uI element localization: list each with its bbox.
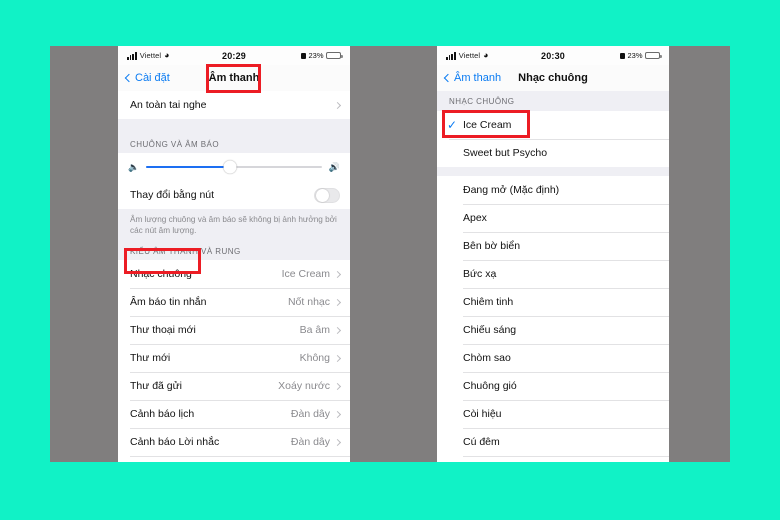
- speaker-high-icon: 🔊: [328, 161, 340, 172]
- list-item[interactable]: Chòm sao: [437, 344, 669, 372]
- section-header-ringer: CHUÔNG VÀ ÂM BÁO: [130, 140, 219, 149]
- list-item[interactable]: Đang mở (Mặc định): [437, 176, 669, 204]
- right-phone-screen: Viettel ◕ 20:30 23% Âm thanh Nhạc chuông…: [437, 46, 669, 462]
- list-item-selected[interactable]: ✓ Ice Cream: [437, 111, 669, 139]
- list-item[interactable]: Bức xạ: [437, 260, 669, 288]
- row-label: Âm báo tin nhắn: [130, 296, 207, 309]
- table-row[interactable]: Cảnh báo Lời nhắc Đàn dây: [118, 428, 350, 457]
- table-row[interactable]: AirDrop Xung nhịp: [118, 456, 350, 462]
- row-change-with-buttons[interactable]: Thay đổi bằng nút: [118, 181, 350, 209]
- nav-bar: Âm thanh Nhạc chuông: [437, 65, 669, 91]
- section-gap: [118, 119, 350, 132]
- list-item[interactable]: Bên bờ biển: [437, 232, 669, 260]
- volume-slider-row[interactable]: 🔈 🔊: [118, 153, 350, 181]
- row-value: Đàn dây: [290, 436, 330, 449]
- ringer-footnote: Âm lượng chuông và âm báo sẽ không bị ản…: [118, 209, 350, 240]
- chevron-right-icon: [333, 101, 342, 109]
- status-time: 20:29: [221, 50, 247, 61]
- back-button-label: Âm thanh: [454, 72, 502, 84]
- list-item-label: Sweet but Psycho: [463, 147, 548, 159]
- row-value: Xoáy nước: [278, 380, 330, 393]
- standard-tones-group: Đang mở (Mặc định) Apex Bên bờ biển Bức …: [437, 176, 669, 462]
- row-label: Thư mới: [130, 352, 171, 365]
- settings-list[interactable]: An toàn tai nghe CHUÔNG VÀ ÂM BÁO 🔈 🔊 Th…: [118, 91, 350, 462]
- row-value: Nốt nhạc: [287, 296, 330, 309]
- list-item-label: Apex: [463, 212, 487, 224]
- row-value: Ice Cream: [281, 268, 330, 281]
- list-item-label: Ice Cream: [463, 119, 512, 131]
- list-item-label: Còi hiệu: [463, 408, 502, 420]
- chevron-left-icon: [443, 73, 453, 83]
- list-item[interactable]: Còi hiệu: [437, 400, 669, 428]
- volume-slider-knob[interactable]: [223, 160, 237, 174]
- row-label: Cảnh báo Lời nhắc: [130, 436, 220, 449]
- list-item-label: Đang mở (Mặc định): [463, 184, 560, 196]
- checkmark-icon: ✓: [447, 118, 458, 132]
- status-bar: Viettel ◕ 20:30 23%: [437, 46, 669, 65]
- ringer-group: 🔈 🔊 Thay đổi bằng nút: [118, 153, 350, 209]
- section-gap: [437, 167, 669, 176]
- list-item[interactable]: Chuông gió: [437, 372, 669, 400]
- change-with-buttons-toggle[interactable]: [314, 187, 340, 203]
- table-row[interactable]: Nhạc chuông Ice Cream: [118, 260, 350, 289]
- chevron-right-icon: [333, 326, 342, 334]
- left-phone-screen: Viettel ◕ 20:29 23% Cài đặt Âm thanh An …: [118, 46, 350, 462]
- row-headphone-safety[interactable]: An toàn tai nghe: [118, 91, 350, 119]
- list-item-label: Bức xạ: [463, 268, 497, 280]
- list-item-label: Chuông gió: [463, 380, 517, 392]
- list-item-label: Chòm sao: [463, 352, 511, 364]
- nav-bar: Cài đặt Âm thanh: [118, 65, 350, 91]
- chevron-right-icon: [333, 382, 342, 390]
- row-label: Thư đã gửi: [130, 380, 182, 393]
- speaker-low-icon: 🔈: [128, 161, 140, 172]
- list-item[interactable]: Chiêm tinh: [437, 288, 669, 316]
- chevron-right-icon: [333, 410, 342, 418]
- list-item[interactable]: Chiếu sáng: [437, 316, 669, 344]
- row-label: Thay đổi bằng nút: [130, 189, 215, 201]
- section-header-ringtone: NHẠC CHUÔNG: [437, 91, 669, 111]
- table-row[interactable]: Thư đã gửi Xoáy nước: [118, 372, 350, 401]
- status-time: 20:30: [540, 50, 566, 61]
- row-value: Ba âm: [299, 324, 330, 337]
- chevron-right-icon: [333, 298, 342, 306]
- row-label: Cảnh báo lịch: [130, 408, 195, 421]
- row-value: Không: [299, 352, 330, 365]
- list-item-label: Chiếu sáng: [463, 324, 517, 336]
- chevron-left-icon: [124, 73, 134, 83]
- list-item[interactable]: Cú đêm: [437, 428, 669, 456]
- ringtone-list[interactable]: NHẠC CHUÔNG ✓ Ice Cream Sweet but Psycho…: [437, 91, 669, 462]
- chevron-right-icon: [333, 438, 342, 446]
- back-button-label: Cài đặt: [135, 72, 170, 84]
- table-row[interactable]: Thư mới Không: [118, 344, 350, 373]
- row-value: Đàn dây: [290, 408, 330, 421]
- row-label: An toàn tai nghe: [130, 99, 207, 111]
- row-label: Nhạc chuông: [130, 268, 192, 281]
- list-item-label: Bên bờ biển: [463, 240, 521, 252]
- list-item[interactable]: Apex: [437, 204, 669, 232]
- list-item[interactable]: Sweet but Psycho: [437, 139, 669, 167]
- chevron-right-icon: [333, 354, 342, 362]
- headphone-safety-group: An toàn tai nghe: [118, 91, 350, 119]
- section-header-sounds: KIỂU ÂM THANH VÀ RUNG: [130, 247, 241, 257]
- back-button[interactable]: Âm thanh: [443, 72, 502, 84]
- chevron-right-icon: [333, 270, 342, 278]
- custom-tones-group: ✓ Ice Cream Sweet but Psycho: [437, 111, 669, 167]
- table-row[interactable]: Thư thoại mới Ba âm: [118, 316, 350, 345]
- row-label: Thư thoại mới: [130, 324, 196, 337]
- status-bar: Viettel ◕ 20:29 23%: [118, 46, 350, 65]
- sound-pattern-group: Nhạc chuông Ice Cream Âm báo tin nhắn Nố…: [118, 260, 350, 462]
- list-item-label: Cú đêm: [463, 436, 500, 448]
- volume-slider-fill: [146, 165, 231, 169]
- list-item[interactable]: Dồn dập: [437, 456, 669, 462]
- table-row[interactable]: Cảnh báo lịch Đàn dây: [118, 400, 350, 429]
- volume-slider[interactable]: [146, 160, 322, 174]
- battery-icon: [326, 51, 343, 60]
- list-item-label: Chiêm tinh: [463, 296, 514, 308]
- battery-icon: [645, 51, 662, 60]
- table-row[interactable]: Âm báo tin nhắn Nốt nhạc: [118, 288, 350, 317]
- back-button[interactable]: Cài đặt: [124, 72, 170, 84]
